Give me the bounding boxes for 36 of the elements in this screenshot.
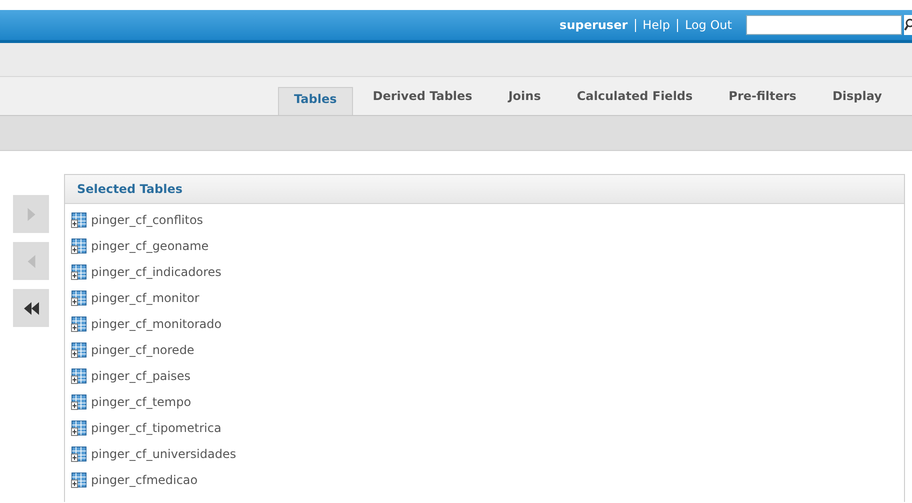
arrow-icon xyxy=(26,254,36,268)
search-icon[interactable] xyxy=(904,15,912,35)
table-icon xyxy=(71,472,87,488)
arrow-icon xyxy=(24,302,38,314)
table-icon xyxy=(71,368,87,384)
table-name[interactable]: pinger_cf_conflitos xyxy=(91,213,204,227)
table-name[interactable]: pinger_cf_geoname xyxy=(91,239,209,253)
table-icon xyxy=(71,212,87,228)
table-name[interactable]: pinger_cf_indicadores xyxy=(91,265,222,279)
table-icon xyxy=(71,342,87,358)
table-name[interactable]: pinger_cf_tempo xyxy=(91,395,192,409)
table-name[interactable]: pinger_cfmedicao xyxy=(91,473,198,487)
tab[interactable]: Derived Tables xyxy=(372,89,472,115)
table-icon xyxy=(71,290,87,306)
search-field[interactable] xyxy=(746,15,902,35)
arrow-icon xyxy=(26,208,36,220)
table-icon xyxy=(71,394,87,410)
table-icon xyxy=(71,316,87,332)
tab[interactable]: Calculated Fields xyxy=(576,89,693,115)
table-name[interactable]: pinger_cf_norede xyxy=(91,343,194,357)
tab[interactable]: Display xyxy=(832,89,882,115)
tab[interactable]: Joins xyxy=(508,89,541,115)
table-icon xyxy=(71,238,87,254)
username: superuser xyxy=(560,18,628,32)
table-name[interactable]: pinger_cf_monitorado xyxy=(91,317,222,331)
table-name[interactable]: pinger_cf_monitor xyxy=(91,291,200,305)
table-icon xyxy=(71,420,87,436)
table-name[interactable]: pinger_cf_paises xyxy=(91,369,191,383)
table-name[interactable]: pinger_cf_universidades xyxy=(91,447,236,461)
tab[interactable]: Tables xyxy=(278,87,353,115)
table-icon xyxy=(71,446,87,462)
panel-title: Selected Tables xyxy=(77,182,183,196)
table-icon xyxy=(71,264,87,280)
tab[interactable]: Pre-filters xyxy=(728,89,796,115)
move-button[interactable] xyxy=(13,289,49,327)
table-name[interactable]: pinger_cf_tipometrica xyxy=(91,421,222,435)
